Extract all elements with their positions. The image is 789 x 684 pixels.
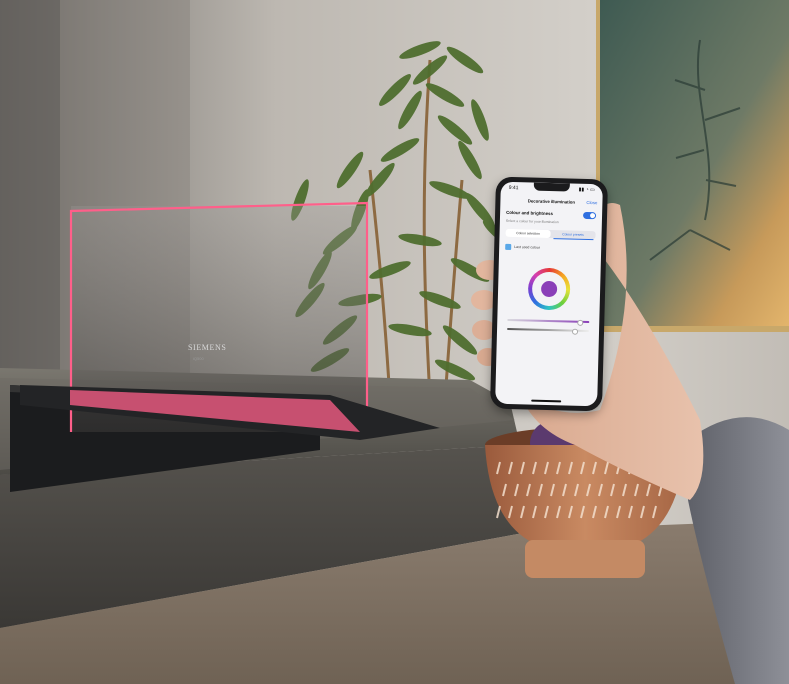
tab-switcher: Colour selection Colour presets — [505, 228, 596, 241]
brightness-slider-handle[interactable] — [572, 328, 579, 335]
home-indicator — [531, 399, 562, 403]
kitchen-photo: SIEMENS iQ500 9:41 ▮▮ ◔ ▭ Decorative ill… — [0, 0, 789, 684]
cooktop-brand-sub: iQ500 — [193, 356, 204, 361]
last-used-colour-option[interactable]: Last used colour — [505, 243, 540, 251]
status-icons: ▮▮ ◔ ▭ — [578, 186, 595, 194]
checkbox-icon — [505, 243, 512, 250]
active-tab-indicator — [552, 238, 594, 241]
status-bar: 9:41 ▮▮ ◔ ▭ — [507, 184, 597, 194]
app-header: Decorative illumination Close — [500, 196, 602, 209]
status-time: 9:41 — [508, 184, 519, 192]
section-title: Colour and brightness — [506, 209, 554, 217]
cooktop-brand-logo: SIEMENS — [188, 343, 227, 352]
saturation-slider[interactable] — [507, 318, 590, 326]
smartphone: 9:41 ▮▮ ◔ ▭ Decorative illumination Clos… — [489, 176, 609, 412]
app-screen: 9:41 ▮▮ ◔ ▭ Decorative illumination Clos… — [495, 181, 603, 407]
brightness-slider[interactable] — [507, 327, 590, 335]
checkbox-label: Last used colour — [514, 244, 540, 250]
colour-wheel[interactable] — [527, 267, 571, 311]
saturation-slider-handle[interactable] — [577, 319, 584, 326]
close-button[interactable]: Close — [586, 200, 597, 205]
photo-illustration — [0, 0, 789, 684]
tab-colour-selection[interactable]: Colour selection — [505, 228, 551, 239]
illumination-toggle[interactable] — [582, 211, 597, 220]
